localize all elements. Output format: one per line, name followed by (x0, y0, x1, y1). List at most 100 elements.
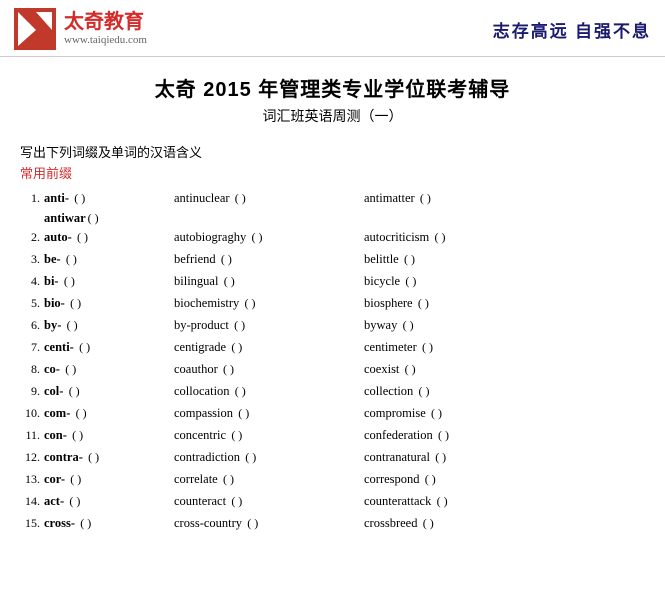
vocab-word: biosphere (364, 296, 413, 310)
paren: ( ) (88, 450, 99, 464)
col2-word: centigrade ( ) (174, 339, 364, 355)
prefix-word: act- (44, 494, 64, 508)
vocab-word: confederation (364, 428, 433, 442)
title-area: 太奇 2015 年管理类专业学位联考辅导 词汇班英语周测（一） (0, 57, 665, 132)
prefix-word: con- (44, 428, 67, 442)
prefix-word: centi- (44, 340, 74, 354)
logo-area: 太奇教育 www.taiqiedu.com (14, 8, 147, 50)
table-row: 12.contra- ( )contradiction ( )contranat… (16, 447, 649, 469)
table-row: 2.auto- ( )autobiograghy ( )autocriticis… (16, 227, 649, 249)
paren: ( ) (223, 362, 234, 376)
table-row: 11.con- ( )concentric ( )confederation (… (16, 425, 649, 447)
paren: ( ) (70, 296, 81, 310)
col1-prefix: bio- ( ) (44, 295, 174, 311)
paren: ( ) (231, 428, 242, 442)
table-row: 8.co- ( )coauthor ( )coexist ( ) (16, 359, 649, 381)
col1-prefix: bi- ( ) (44, 273, 174, 289)
paren: ( ) (404, 252, 415, 266)
row-number: 14. (16, 494, 44, 509)
paren: ( ) (235, 191, 246, 205)
paren: ( ) (231, 494, 242, 508)
paren: ( ) (419, 384, 430, 398)
paren: ( ) (74, 191, 85, 205)
col3-word: antimatter ( ) (364, 190, 649, 206)
col3-word: collection ( ) (364, 383, 649, 399)
row-number: 5. (16, 296, 44, 311)
extra-word: antiwar (44, 211, 86, 226)
col2-word: befriend ( ) (174, 251, 364, 267)
paren: ( ) (405, 274, 416, 288)
prefix-word: contra- (44, 450, 83, 464)
paren: ( ) (245, 450, 256, 464)
slogan: 志存高远 自强不息 (493, 17, 651, 42)
paren: ( ) (425, 472, 436, 486)
col2-word: correlate ( ) (174, 471, 364, 487)
row-number: 11. (16, 428, 44, 443)
paren: ( ) (80, 516, 91, 530)
vocab-word: concentric (174, 428, 226, 442)
vocab-word: coauthor (174, 362, 218, 376)
table-row: 6.by- ( )by-product ( )byway ( ) (16, 315, 649, 337)
col2-word: contradiction ( ) (174, 449, 364, 465)
prefix-word: anti- (44, 191, 69, 205)
vocab-word: antimatter (364, 191, 415, 205)
col1-prefix: cor- ( ) (44, 471, 174, 487)
paren: ( ) (418, 296, 429, 310)
instruction-text: 写出下列词缀及单词的汉语含义 (20, 142, 645, 161)
paren: ( ) (65, 362, 76, 376)
vocab-word: counteract (174, 494, 226, 508)
paren: ( ) (69, 384, 80, 398)
row-number: 13. (16, 472, 44, 487)
vocab-word: autocriticism (364, 230, 429, 244)
paren: ( ) (245, 296, 256, 310)
col3-word: correspond ( ) (364, 471, 649, 487)
prefix-word: co- (44, 362, 60, 376)
col1-prefix: by- ( ) (44, 317, 174, 333)
table-row: 5.bio- ( )biochemistry ( )biosphere ( ) (16, 293, 649, 315)
vocab-word: coexist (364, 362, 399, 376)
table-row: 15.cross- ( )cross-country ( )crossbreed… (16, 513, 649, 535)
table-row: 10.com- ( )compassion ( )compromise ( ) (16, 403, 649, 425)
vocab-word: centimeter (364, 340, 417, 354)
vocab-word: bicycle (364, 274, 400, 288)
paren: ( ) (405, 362, 416, 376)
row-number: 9. (16, 384, 44, 399)
table-row: 3.be- ( ) befriend ( )belittle ( ) (16, 249, 649, 271)
prefix-word: col- (44, 384, 63, 398)
vocab-word: correlate (174, 472, 218, 486)
col2-word: bilingual ( ) (174, 273, 364, 289)
logo-icon (14, 8, 56, 50)
paren: ( ) (72, 428, 83, 442)
col2-word: collocation ( ) (174, 383, 364, 399)
vocab-word: contranatural (364, 450, 430, 464)
row-number: 3. (16, 252, 44, 267)
col2-word: autobiograghy ( ) (174, 229, 364, 245)
col3-word: crossbreed ( ) (364, 515, 649, 531)
col3-word: belittle ( ) (364, 251, 649, 267)
prefix-word: com- (44, 406, 70, 420)
paren: ( ) (64, 274, 75, 288)
paren: ( ) (69, 494, 80, 508)
paren: ( ) (70, 472, 81, 486)
prefix-word: cross- (44, 516, 75, 530)
col3-word: centimeter ( ) (364, 339, 649, 355)
prefix-word: be- (44, 252, 61, 266)
col3-word: counterattack ( ) (364, 493, 649, 509)
col2-word: coauthor ( ) (174, 361, 364, 377)
prefix-word: bio- (44, 296, 65, 310)
paren: ( ) (88, 211, 99, 226)
col1-prefix: centi- ( ) (44, 339, 174, 355)
table-row: 13.cor- ( )correlate ( )correspond ( ) (16, 469, 649, 491)
col1-prefix: col- ( ) (44, 383, 174, 399)
col2-word: compassion ( ) (174, 405, 364, 421)
col2-word: counteract ( ) (174, 493, 364, 509)
vocab-word: compassion (174, 406, 233, 420)
paren: ( ) (420, 191, 431, 205)
col2-word: antinuclear ( ) (174, 190, 364, 206)
row-number: 12. (16, 450, 44, 465)
logo-name: 太奇教育 (64, 10, 147, 34)
row-number: 15. (16, 516, 44, 531)
vocab-word: antinuclear (174, 191, 230, 205)
prefix-word: auto- (44, 230, 72, 244)
paren: ( ) (435, 450, 446, 464)
